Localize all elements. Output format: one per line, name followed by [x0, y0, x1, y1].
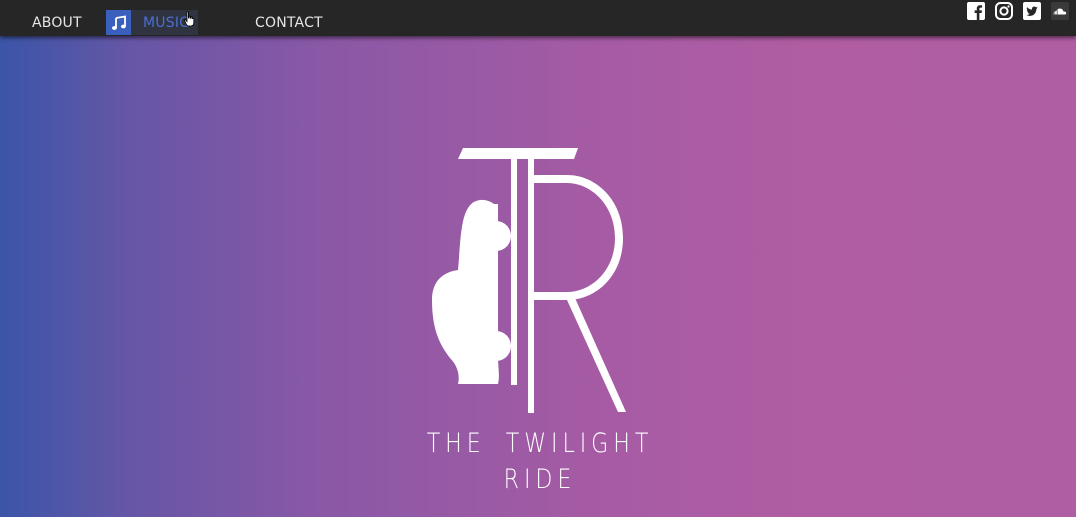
- music-note-icon: [106, 10, 131, 35]
- soundcloud-icon[interactable]: [1051, 2, 1069, 20]
- tr-car-logo-icon: [432, 148, 626, 413]
- band-logo: [420, 140, 660, 430]
- nav-music-label: MUSIC: [143, 15, 190, 31]
- nav-music-link[interactable]: MUSIC: [106, 10, 198, 35]
- instagram-icon[interactable]: [995, 2, 1013, 20]
- top-navbar: ABOUT MUSIC CONTACT: [0, 0, 1076, 36]
- facebook-icon[interactable]: [967, 2, 985, 20]
- nav-about-link[interactable]: ABOUT: [32, 0, 82, 36]
- band-name-tagline: THE TWILIGHT RIDE: [426, 428, 654, 495]
- page: ABOUT MUSIC CONTACT THE TWILIGHT RIDE: [0, 0, 1076, 517]
- hand-pointer-cursor-icon: [184, 11, 195, 36]
- twitter-icon[interactable]: [1023, 2, 1041, 20]
- nav-contact-link[interactable]: CONTACT: [255, 0, 323, 36]
